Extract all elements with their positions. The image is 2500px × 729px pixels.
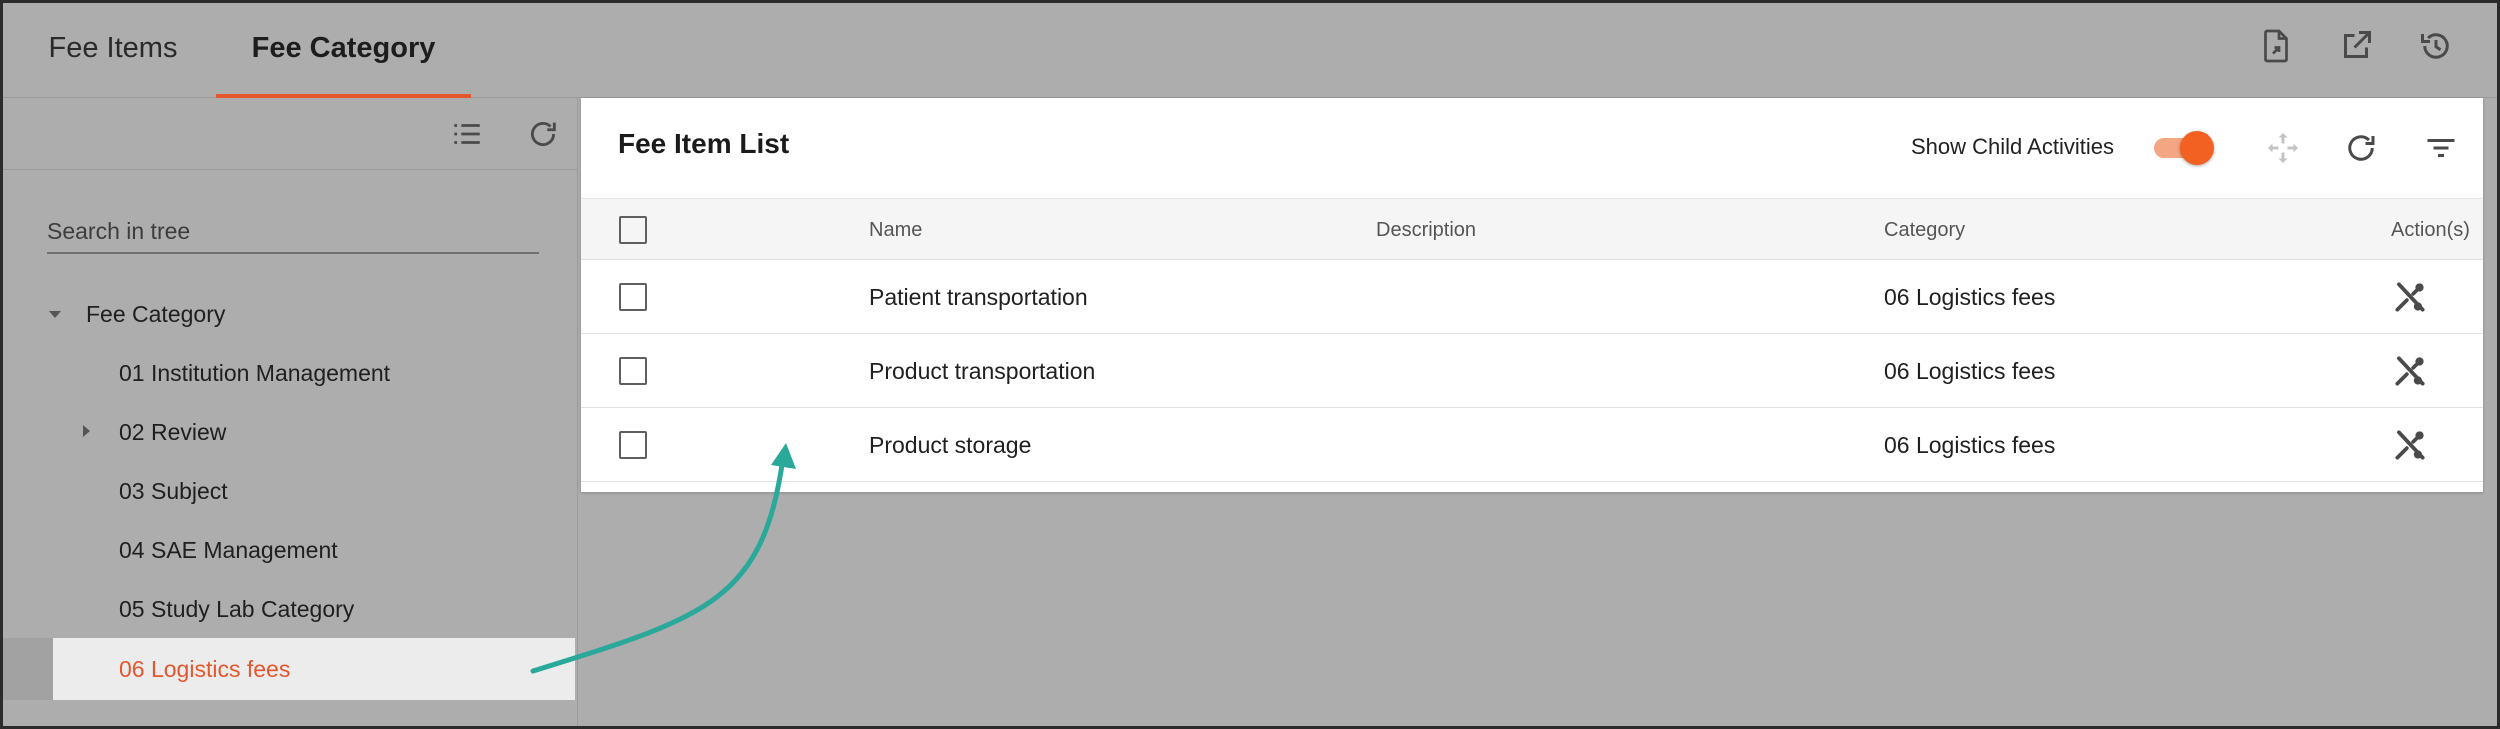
list-view-button[interactable]	[445, 112, 489, 156]
refresh-list-button[interactable]	[2339, 126, 2383, 170]
tab-fee-items[interactable]: Fee Items	[23, 3, 203, 98]
unlink-icon	[2395, 282, 2425, 312]
row-checkbox[interactable]	[619, 431, 647, 459]
refresh-icon	[2348, 135, 2375, 161]
open-external-icon	[2344, 31, 2371, 58]
tree-node-fee-category[interactable]: Fee Category	[3, 285, 578, 343]
table-row[interactable]: Product storage 06 Logistics fees	[581, 408, 2483, 482]
tree-node-label: 01 Institution Management	[119, 360, 391, 386]
move-button[interactable]	[2261, 126, 2305, 170]
tree-node-study-lab-category[interactable]: 05 Study Lab Category	[3, 580, 578, 638]
cell-category: 06 Logistics fees	[1884, 432, 2056, 458]
tree-node-sae-management[interactable]: 04 SAE Management	[3, 521, 578, 579]
table-row[interactable]: Product transportation 06 Logistics fees	[581, 334, 2483, 408]
tree-node-label: 03 Subject	[119, 478, 228, 504]
refresh-tree-button[interactable]	[521, 112, 565, 156]
move-icon	[2268, 133, 2298, 163]
table-header: Name Description Category Action(s)	[581, 198, 2483, 260]
row-checkbox[interactable]	[619, 283, 647, 311]
category-tree-pane: Fee Category 01 Institution Management 0…	[3, 98, 578, 726]
select-all-checkbox[interactable]	[619, 216, 647, 244]
cell-category: 06 Logistics fees	[1884, 284, 2056, 310]
tree-search-input[interactable]	[47, 210, 539, 254]
cell-name: Product storage	[869, 432, 1032, 458]
tree-node-label: 04 SAE Management	[119, 537, 338, 563]
tree-node-institution-management[interactable]: 01 Institution Management	[3, 344, 578, 402]
tree-node-review[interactable]: 02 Review	[3, 403, 578, 461]
unlink-icon	[2395, 430, 2425, 460]
app-window: Fee Items Fee Category Search in tree Fe…	[0, 0, 2500, 729]
column-header-name[interactable]: Name	[869, 199, 922, 261]
tree-node-label: Fee Category	[86, 301, 226, 327]
cell-category: 06 Logistics fees	[1884, 358, 2056, 384]
export-document-button[interactable]	[2255, 25, 2297, 67]
tree-node-label: 02 Review	[119, 419, 227, 445]
top-toolbar	[2255, 25, 2457, 67]
column-header-description[interactable]: Description	[1376, 199, 1476, 261]
column-header-category[interactable]: Category	[1884, 199, 1965, 261]
tree-toolbar	[3, 98, 578, 170]
unlink-button[interactable]	[2389, 276, 2431, 318]
export-document-icon	[2264, 29, 2288, 63]
caret-right-icon[interactable]	[83, 425, 90, 437]
tree-node-label: 06 Logistics fees	[119, 656, 291, 682]
tree-node-label: 05 Study Lab Category	[119, 596, 355, 622]
top-tab-bar: Fee Items Fee Category	[3, 3, 2497, 98]
refresh-icon	[531, 121, 556, 147]
tab-fee-category[interactable]: Fee Category	[216, 3, 471, 98]
tab-label: Fee Items	[48, 32, 178, 64]
fee-item-list-panel: Fee Item List Show Child Activities Name…	[581, 98, 2483, 492]
row-checkbox[interactable]	[619, 357, 647, 385]
open-external-button[interactable]	[2335, 25, 2377, 67]
show-child-activities-toggle[interactable]	[2154, 131, 2214, 165]
column-header-actions: Action(s)	[2391, 219, 2470, 241]
table-row[interactable]: Patient transportation 06 Logistics fees	[581, 260, 2483, 334]
show-child-activities-label: Show Child Activities	[1911, 134, 2114, 159]
list-icon	[454, 124, 480, 144]
tab-label: Fee Category	[251, 32, 436, 64]
caret-down-icon[interactable]	[49, 311, 61, 318]
filter-icon	[2427, 139, 2455, 157]
toggle-knob	[2180, 131, 2214, 165]
unlink-icon	[2395, 356, 2425, 386]
panel-title: Fee Item List	[618, 128, 790, 159]
cell-name: Patient transportation	[869, 284, 1088, 310]
filter-button[interactable]	[2419, 126, 2463, 170]
history-icon	[2421, 33, 2449, 59]
unlink-button[interactable]	[2389, 424, 2431, 466]
cell-name: Product transportation	[869, 358, 1096, 384]
panel-header: Fee Item List Show Child Activities	[581, 98, 2483, 198]
tree-node-subject[interactable]: 03 Subject	[3, 462, 578, 520]
tree-node-logistics-fees[interactable]: 06 Logistics fees	[3, 640, 578, 698]
unlink-button[interactable]	[2389, 350, 2431, 392]
history-button[interactable]	[2415, 25, 2457, 67]
